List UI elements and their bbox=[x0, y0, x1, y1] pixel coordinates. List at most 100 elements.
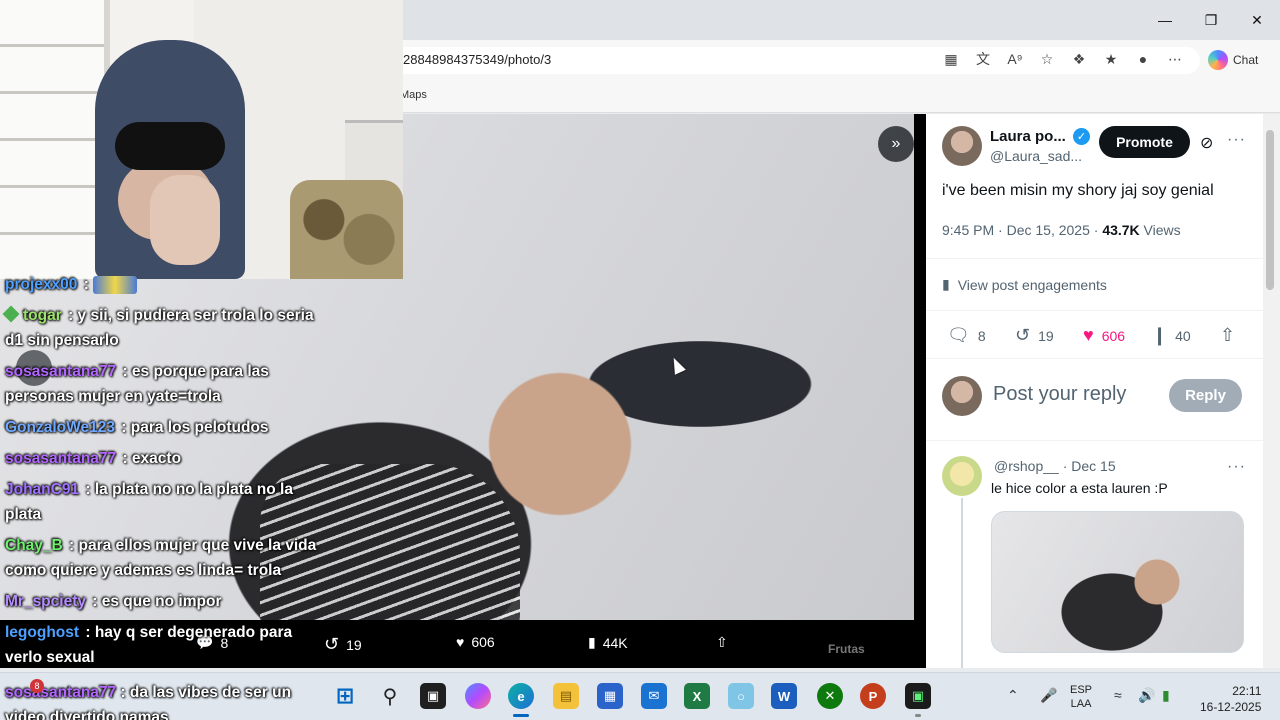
expand-icon[interactable]: » bbox=[878, 126, 914, 162]
chat-text: : es que no impor bbox=[92, 593, 222, 610]
copilot-app-icon[interactable] bbox=[465, 683, 491, 709]
mail-icon[interactable]: ✉ bbox=[641, 683, 667, 709]
view-engagements-link[interactable]: ▮ View post engagements bbox=[942, 276, 1107, 293]
screen: — ❐ ✕ 28848984375349/photo/3 ▦ 文 A⁹ ☆ ❖ … bbox=[0, 0, 1280, 720]
excel-icon[interactable]: X bbox=[684, 683, 710, 709]
translate-icon[interactable]: 文 bbox=[972, 48, 994, 70]
promote-button[interactable]: Promote bbox=[1099, 126, 1190, 158]
profile-icon[interactable]: ● bbox=[1132, 48, 1154, 70]
reply-header: @rshop__ · Dec 15 bbox=[994, 458, 1116, 474]
chat-message: Mr_spciety : es que no impor bbox=[0, 589, 330, 614]
my-avatar[interactable] bbox=[942, 376, 982, 416]
edge-browser-icon[interactable]: e bbox=[508, 683, 534, 709]
heart-icon: ♥ bbox=[456, 634, 465, 650]
word-icon[interactable]: W bbox=[771, 683, 797, 709]
post-views-count: 43.7K bbox=[1102, 222, 1140, 238]
chat-badge-icon bbox=[2, 305, 20, 323]
retweet-icon: ↺ bbox=[1015, 325, 1031, 345]
favorite-maps[interactable]: Maps bbox=[400, 89, 427, 101]
favorite-star-icon[interactable]: ☆ bbox=[1036, 48, 1058, 70]
reply-input[interactable]: Post your reply bbox=[993, 383, 1126, 406]
viewer-like-button[interactable]: ♥ 606 bbox=[456, 634, 495, 650]
chat-username: legoghost bbox=[5, 624, 80, 641]
start-menu-icon[interactable]: ⊞ bbox=[332, 683, 358, 709]
repost-count-button[interactable]: ↺ 19 bbox=[1015, 325, 1054, 346]
copilot-chat-button[interactable]: Chat bbox=[1208, 48, 1272, 72]
analytics-icon: ▮ bbox=[942, 276, 950, 292]
clock[interactable]: 22:11 16-12-2025 bbox=[1200, 683, 1261, 715]
author-avatar[interactable] bbox=[942, 126, 982, 166]
minimize-icon[interactable]: — bbox=[1142, 0, 1188, 40]
restore-icon[interactable]: ❐ bbox=[1188, 0, 1234, 40]
divider bbox=[926, 258, 1263, 259]
author-handle[interactable]: @Laura_sad... bbox=[990, 148, 1082, 164]
views-icon: ▮ bbox=[588, 634, 596, 650]
url-text[interactable]: 28848984375349/photo/3 bbox=[403, 52, 551, 67]
chat-message: sosasantana77 : exacto bbox=[0, 446, 330, 471]
chat-username: Mr_spciety bbox=[5, 593, 86, 610]
active-indicator bbox=[513, 714, 529, 717]
battery-icon[interactable]: ▮ bbox=[1162, 687, 1170, 704]
chat-text: : bbox=[83, 276, 89, 293]
webcam-background-door bbox=[0, 0, 110, 279]
chat-username: GonzaloWe123 bbox=[5, 419, 115, 436]
grok-icon[interactable]: ⊘ bbox=[1200, 133, 1213, 153]
volume-icon[interactable]: 🔊 bbox=[1138, 687, 1155, 704]
reply-button[interactable]: Reply bbox=[1169, 379, 1242, 412]
search-icon[interactable]: ⚲ bbox=[377, 683, 403, 709]
xbox-icon[interactable]: ✕ bbox=[817, 683, 843, 709]
running-indicator bbox=[915, 714, 921, 717]
stream-chat-bottom-message: sosasantana77 : da las vibes de ser un v… bbox=[0, 680, 330, 720]
file-explorer-icon[interactable]: ▤ bbox=[553, 683, 579, 709]
reply-count-button[interactable]: 🗨 8 bbox=[947, 325, 986, 346]
webcam-hand bbox=[150, 175, 220, 265]
address-bar-icons: ▦ 文 A⁹ ☆ ❖ ★ ● ⋯ bbox=[940, 48, 1186, 70]
favorites-icon[interactable]: ★ bbox=[1100, 48, 1122, 70]
share-icon: ⇧ bbox=[1220, 325, 1236, 345]
reply-date[interactable]: · Dec 15 bbox=[1059, 458, 1116, 474]
share-button[interactable]: ⇧ bbox=[1220, 325, 1235, 346]
reply-handle[interactable]: @rshop__ bbox=[994, 458, 1059, 474]
viewer-views-button[interactable]: ▮ 44K bbox=[588, 634, 628, 651]
task-view-icon[interactable]: ▣ bbox=[420, 683, 446, 709]
panel-scrollbar-thumb[interactable] bbox=[1266, 130, 1274, 290]
show-hidden-icons-icon[interactable]: ⌃ bbox=[1007, 687, 1019, 704]
chat-username: JohanC91 bbox=[5, 481, 80, 498]
streaming-app-icon[interactable]: ▣ bbox=[905, 683, 931, 709]
webcam-overlay bbox=[0, 0, 403, 279]
reply-author-avatar[interactable] bbox=[942, 456, 982, 496]
chat-username: togar bbox=[23, 307, 62, 324]
webcam-camo-hat bbox=[290, 180, 403, 279]
app-available-icon[interactable]: ▦ bbox=[940, 48, 962, 70]
close-icon[interactable]: ✕ bbox=[1234, 0, 1280, 40]
copilot-icon bbox=[1208, 50, 1228, 70]
wifi-icon[interactable]: ≈ bbox=[1114, 687, 1122, 703]
post-time[interactable]: 9:45 PM · Dec 15, 2025 · bbox=[942, 222, 1102, 238]
share-icon: ⇧ bbox=[716, 634, 728, 650]
snipping-tool-icon[interactable]: ○ bbox=[728, 683, 754, 709]
microphone-icon[interactable]: 🎤 bbox=[1040, 687, 1057, 704]
viewer-share-button[interactable]: ⇧ bbox=[716, 634, 728, 651]
reply-more-icon[interactable]: ··· bbox=[1227, 458, 1246, 476]
chat-username: projexx00 bbox=[5, 276, 78, 293]
author-name[interactable]: Laura po... bbox=[990, 128, 1066, 145]
chat-message: sosasantana77 : es porque para las perso… bbox=[0, 359, 330, 409]
clock-time: 22:11 bbox=[1232, 684, 1262, 698]
microsoft-store-icon[interactable]: ▦ bbox=[597, 683, 623, 709]
webcam-goggles bbox=[115, 122, 225, 170]
reply-image[interactable] bbox=[991, 511, 1244, 653]
powerpoint-icon[interactable]: P bbox=[860, 683, 886, 709]
chat-text: : para los pelotudos bbox=[121, 419, 269, 436]
chat-message: JohanC91 : la plata no no la plata no la… bbox=[0, 477, 330, 527]
bookmark-count-button[interactable]: ❙ 40 bbox=[1152, 325, 1191, 346]
verified-badge-icon: ✓ bbox=[1073, 128, 1090, 145]
read-aloud-icon[interactable]: A⁹ bbox=[1004, 48, 1026, 70]
more-menu-icon[interactable]: ⋯ bbox=[1164, 48, 1186, 70]
extensions-icon[interactable]: ❖ bbox=[1068, 48, 1090, 70]
background-text: Frutas bbox=[828, 642, 865, 656]
post-more-icon[interactable]: ··· bbox=[1227, 131, 1246, 149]
input-language[interactable]: ESP LAA bbox=[1070, 683, 1092, 711]
like-count-button[interactable]: ♥ 606 bbox=[1083, 325, 1125, 346]
post-views-label: Views bbox=[1139, 222, 1181, 238]
divider bbox=[926, 440, 1263, 441]
